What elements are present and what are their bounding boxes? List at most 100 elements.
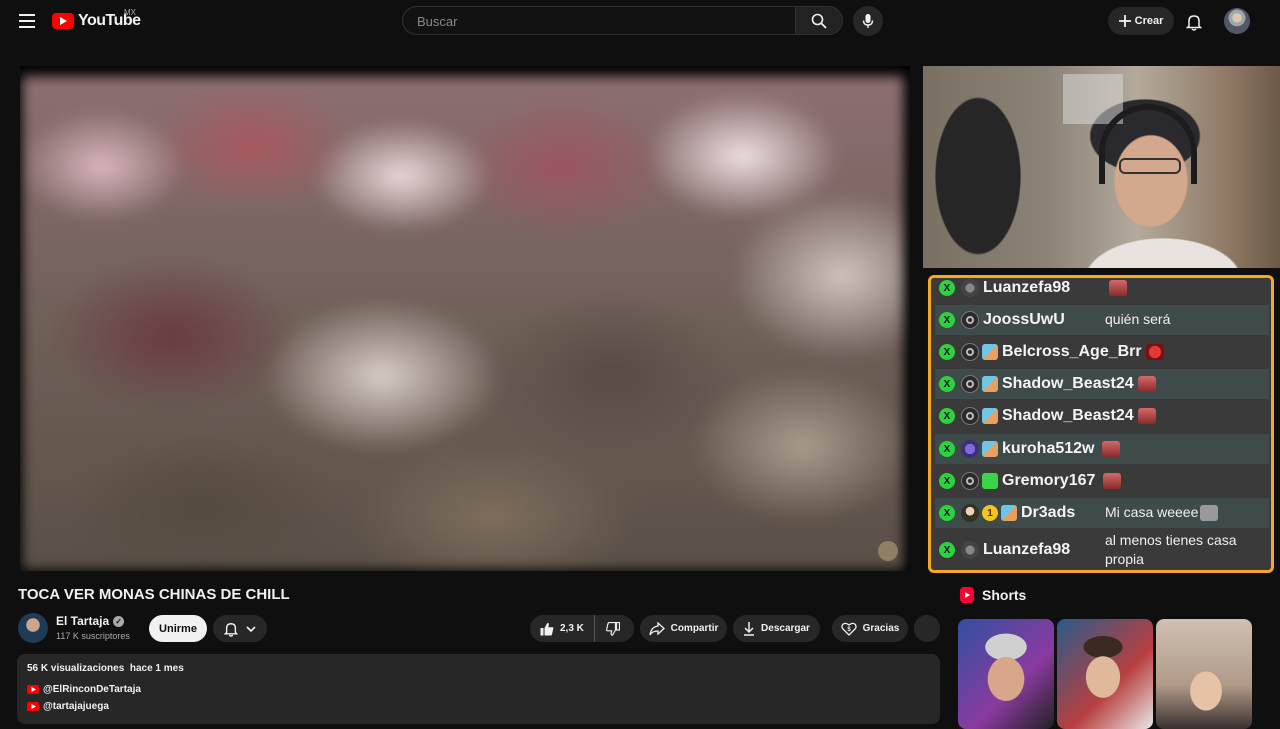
user-avatar bbox=[961, 440, 979, 458]
user-avatar bbox=[961, 504, 979, 522]
search-box[interactable] bbox=[402, 6, 796, 35]
channel-mention[interactable]: @tartajajuega bbox=[43, 701, 109, 712]
join-button[interactable]: Unirme bbox=[149, 615, 207, 642]
plus-icon bbox=[1118, 15, 1131, 27]
description-box[interactable]: 56 K visualizaciones hace 1 mes @ElRinco… bbox=[17, 654, 940, 724]
chat-username: Belcross_Age_Brr bbox=[1002, 343, 1142, 360]
xbox-badge-icon: X bbox=[939, 280, 955, 296]
chat-text: al menos tienes casa propia bbox=[1105, 532, 1237, 567]
download-button[interactable]: Descargar bbox=[733, 615, 820, 642]
create-label: Crear bbox=[1134, 15, 1164, 27]
chat-message: X Gremory167 bbox=[935, 466, 1269, 496]
channel-avatar[interactable] bbox=[18, 613, 48, 643]
default-avatar-icon bbox=[961, 472, 979, 490]
chat-message: X 1 Dr3ads Mi casa weeee bbox=[935, 498, 1269, 528]
shorts-icon bbox=[960, 587, 974, 603]
emote-icon bbox=[1102, 441, 1121, 457]
chat-message: X kuroha512w bbox=[935, 434, 1269, 464]
like-button[interactable]: 2,3 K bbox=[530, 615, 595, 642]
xbox-badge-icon: X bbox=[939, 542, 955, 558]
user-avatar bbox=[961, 279, 979, 297]
like-dislike-group: 2,3 K bbox=[530, 615, 634, 642]
thanks-label: Gracias bbox=[862, 623, 900, 634]
thumbs-down-icon bbox=[605, 621, 620, 636]
short-thumbnail[interactable] bbox=[1156, 619, 1252, 729]
voice-search-button[interactable] bbox=[853, 6, 883, 36]
gift-badge-icon bbox=[982, 473, 998, 489]
create-button[interactable]: Crear bbox=[1108, 7, 1174, 35]
subscriber-badge-icon bbox=[982, 344, 998, 360]
region-code: MX bbox=[124, 8, 136, 17]
default-avatar-icon bbox=[961, 343, 979, 361]
chat-text bbox=[1105, 279, 1127, 297]
chat-text: quién será bbox=[1105, 311, 1171, 327]
video-player[interactable] bbox=[20, 66, 910, 571]
search-icon bbox=[811, 13, 827, 29]
bell-icon bbox=[224, 622, 238, 637]
rank-badge: 1 bbox=[982, 505, 998, 521]
subscriber-count: 117 K suscriptores bbox=[56, 631, 130, 641]
channel-name-row[interactable]: El Tartaja ✓ bbox=[56, 614, 125, 628]
chat-message: X Belcross_Age_Brr bbox=[935, 337, 1269, 367]
shorts-header: Shorts bbox=[960, 587, 1026, 603]
chat-message: X Shadow_Beast24 bbox=[935, 369, 1269, 399]
chat-username: Gremory167 bbox=[1002, 472, 1096, 489]
chat-username: Shadow_Beast24 bbox=[1002, 407, 1134, 424]
like-count: 2,3 K bbox=[560, 623, 584, 634]
description-meta: 56 K visualizaciones hace 1 mes bbox=[27, 663, 184, 674]
channel-mention[interactable]: @ElRinconDeTartaja bbox=[43, 684, 141, 695]
description-link[interactable]: @tartajajuega bbox=[27, 701, 109, 712]
verified-icon: ✓ bbox=[113, 615, 125, 627]
subscriber-badge-icon bbox=[982, 376, 998, 392]
xbox-badge-icon: X bbox=[939, 473, 955, 489]
download-icon bbox=[744, 621, 755, 636]
channel-watermark-icon[interactable] bbox=[878, 541, 898, 561]
thanks-button[interactable]: $ Gracias bbox=[832, 615, 908, 642]
shorts-title: Shorts bbox=[982, 587, 1027, 603]
default-avatar-icon bbox=[961, 407, 979, 425]
bell-icon bbox=[1186, 15, 1202, 31]
channel-name[interactable]: El Tartaja bbox=[56, 614, 109, 628]
user-avatar bbox=[961, 541, 979, 559]
xbox-badge-icon: X bbox=[939, 344, 955, 360]
dislike-button[interactable] bbox=[595, 621, 631, 636]
default-avatar-icon bbox=[961, 311, 979, 329]
share-button[interactable]: Compartir bbox=[640, 615, 727, 642]
upload-date: hace 1 mes bbox=[129, 663, 184, 674]
chat-text-content: Mi casa weeee bbox=[1105, 504, 1199, 520]
emote-icon bbox=[1145, 344, 1164, 360]
emote-icon bbox=[1109, 280, 1127, 297]
short-thumbnail[interactable] bbox=[1057, 619, 1153, 729]
video-frame bbox=[22, 76, 904, 570]
youtube-logo[interactable]: YouTube MX bbox=[52, 8, 141, 32]
microphone-icon bbox=[862, 14, 874, 28]
subscriber-badge-icon bbox=[982, 408, 998, 424]
description-link[interactable]: @ElRinconDeTartaja bbox=[27, 684, 141, 695]
subscriber-badge-icon bbox=[1001, 505, 1017, 521]
chat-username: kuroha512w bbox=[1002, 440, 1095, 457]
search-button[interactable] bbox=[795, 6, 843, 35]
chat-message: X Luanzefa98 al menos tienes casa propia bbox=[935, 530, 1269, 570]
chevron-down-icon bbox=[246, 625, 256, 632]
search-input[interactable] bbox=[415, 13, 779, 30]
chat-username: Dr3ads bbox=[1021, 504, 1076, 521]
xbox-badge-icon: X bbox=[939, 408, 955, 424]
view-count: 56 K visualizaciones bbox=[27, 663, 125, 674]
menu-icon[interactable] bbox=[16, 10, 38, 32]
streamer-webcam bbox=[923, 66, 1280, 268]
short-thumbnail[interactable] bbox=[958, 619, 1054, 729]
notification-preferences-button[interactable] bbox=[213, 615, 267, 642]
xbox-badge-icon: X bbox=[939, 376, 955, 392]
chat-message: X Shadow_Beast24 bbox=[935, 401, 1269, 431]
share-icon bbox=[648, 621, 665, 635]
chat-username: Luanzefa98 bbox=[983, 279, 1071, 296]
share-label: Compartir bbox=[670, 623, 719, 634]
more-actions-button[interactable] bbox=[914, 615, 940, 642]
stream-chat-overlay: X Luanzefa98 X JoossUwU quién será X Bel… bbox=[928, 275, 1274, 573]
youtube-mini-icon bbox=[27, 685, 39, 694]
chat-text: Mi casa weeee bbox=[1105, 504, 1219, 522]
xbox-badge-icon: X bbox=[939, 312, 955, 328]
chat-username: Shadow_Beast24 bbox=[1002, 375, 1134, 392]
notifications-button[interactable] bbox=[1182, 10, 1206, 34]
account-avatar[interactable] bbox=[1224, 8, 1250, 34]
